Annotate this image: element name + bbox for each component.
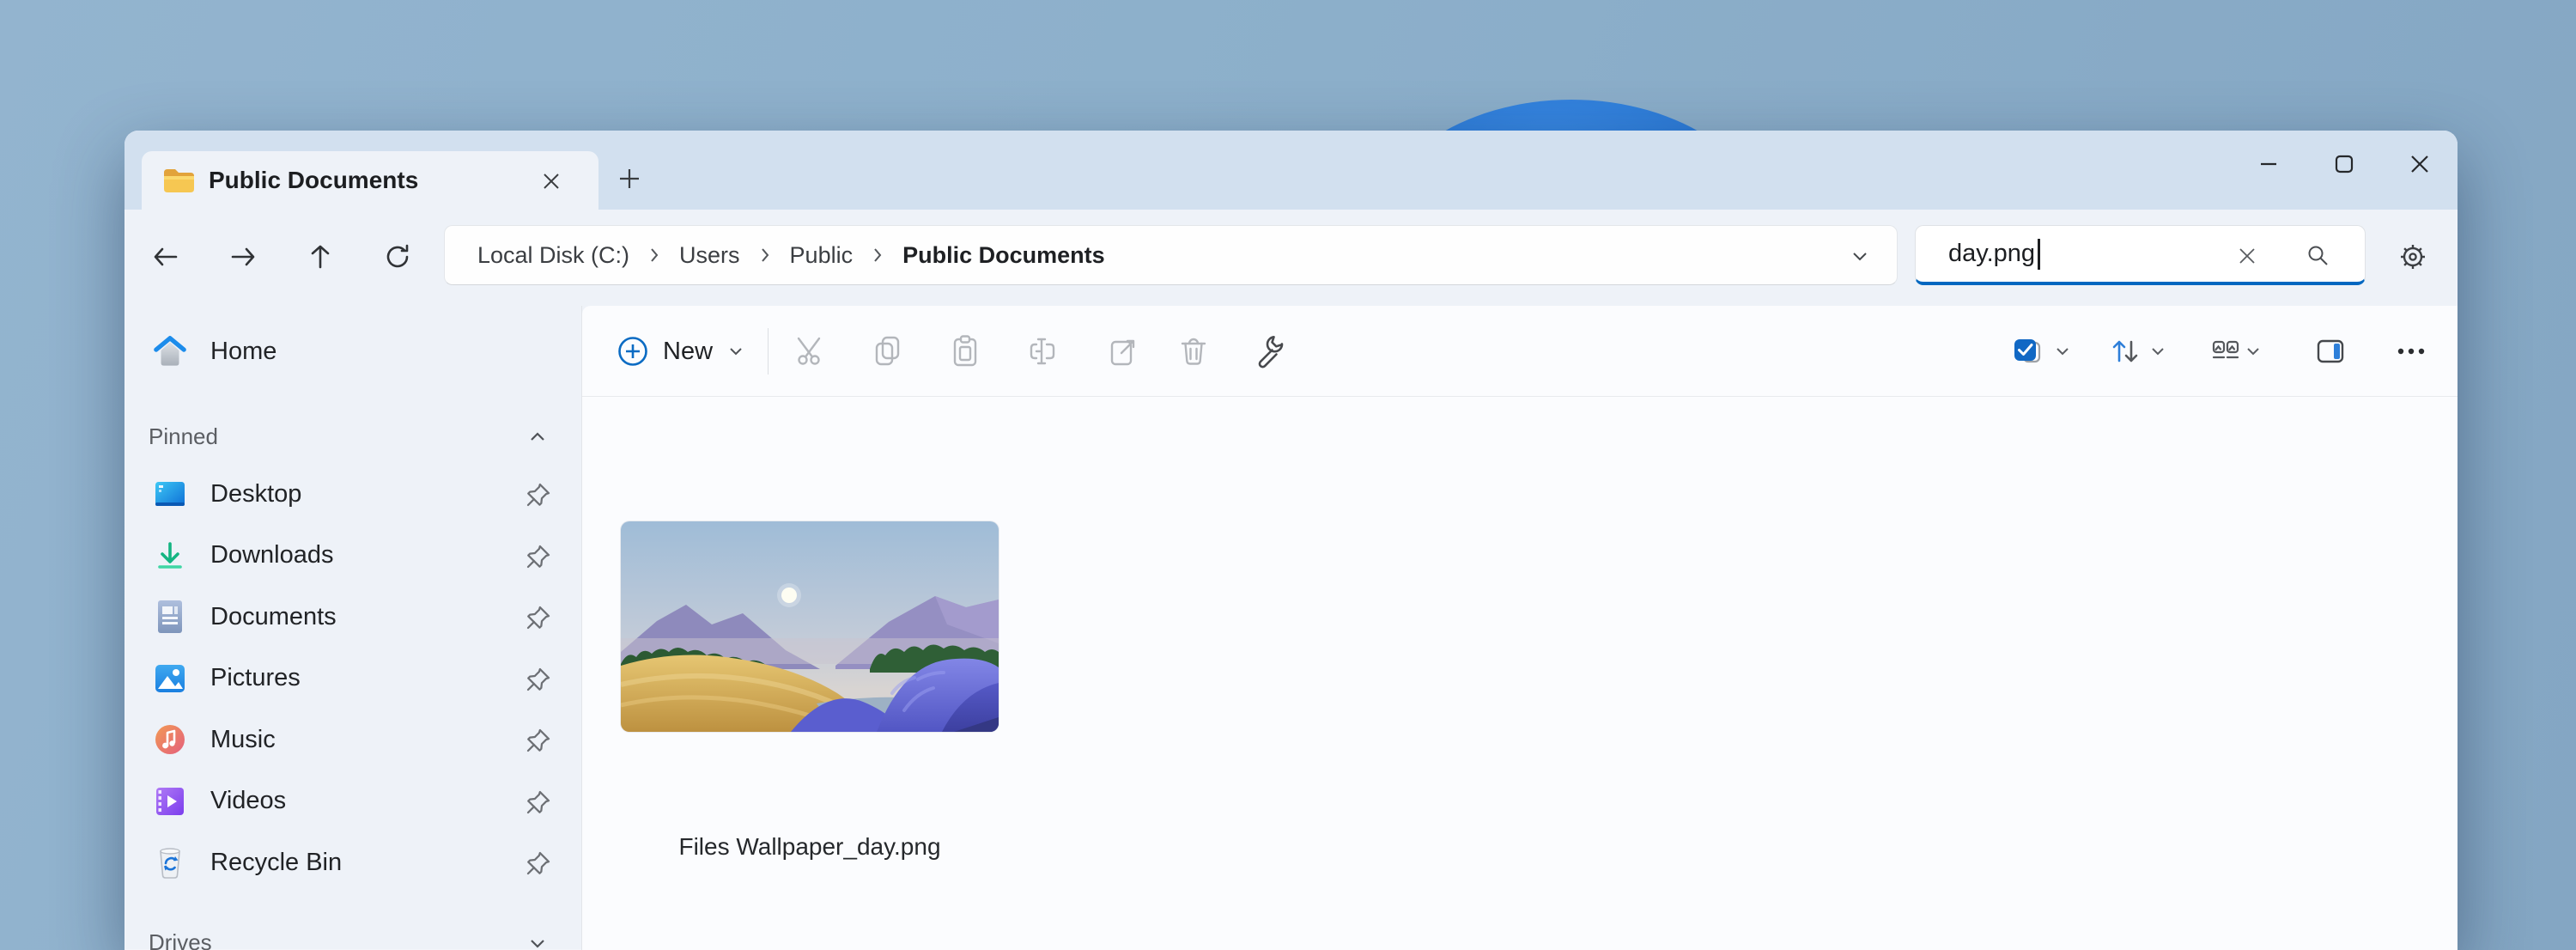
folder-icon [162,167,195,194]
breadcrumb-item[interactable]: Public [790,242,854,269]
file-name: Files Wallpaper_day.png [621,833,999,861]
sidebar-item-label: Desktop [210,480,301,508]
new-button[interactable]: New [606,321,754,381]
sidebar-item-label: Music [210,726,276,754]
recycle-bin-icon [152,844,188,880]
clear-search-icon[interactable] [2231,240,2263,272]
chevron-down-icon [726,342,745,361]
navigation-pane: Home Pinned Desktop Downloads Documents Pic… [125,306,581,950]
sidebar-item-recycle-bin[interactable]: Recycle Bin [137,837,569,887]
tools-icon[interactable] [1243,325,1297,378]
sidebar-item-documents[interactable]: Documents [137,592,569,642]
pin-icon[interactable] [525,666,552,693]
downloads-icon [152,538,188,574]
tab-public-documents[interactable]: Public Documents [142,151,598,210]
select-dropdown-icon[interactable] [2044,325,2081,378]
sidebar-item-label: Pictures [210,664,301,692]
sidebar-item-home[interactable]: Home [137,326,569,376]
new-tab-button[interactable] [609,158,650,199]
sidebar-item-label: Home [210,338,276,366]
desktop-icon [152,476,188,512]
close-button[interactable] [2383,137,2457,191]
details-pane-icon[interactable] [2304,325,2357,378]
address-row: Local Disk (C:) Users Public Public Documen… [125,210,2458,306]
music-icon [152,722,188,758]
file-item[interactable]: Files Wallpaper_day.png [621,521,999,861]
more-options-icon[interactable] [2385,325,2438,378]
new-button-label: New [663,338,713,366]
share-icon[interactable] [1097,325,1150,378]
home-icon [152,333,188,369]
sidebar-item-videos[interactable]: Videos [137,776,569,826]
titlebar[interactable]: Public Documents [125,131,2458,210]
breadcrumb-item[interactable]: Users [679,242,740,269]
settings-gear-icon[interactable] [2386,230,2439,283]
tab-title: Public Documents [209,167,418,194]
pin-icon[interactable] [525,789,552,816]
chevron-up-icon[interactable] [525,424,550,450]
cut-icon[interactable] [784,325,837,378]
delete-icon[interactable] [1167,325,1220,378]
pictures-icon [152,661,188,697]
file-explorer-window: Public Documents [125,131,2458,950]
sidebar-item-label: Documents [210,603,337,631]
refresh-button[interactable] [371,230,424,283]
pin-icon[interactable] [525,727,552,754]
section-header-pinned: Pinned [149,423,218,450]
chevron-down-icon[interactable] [525,930,550,950]
text-caret [2038,239,2040,270]
up-button[interactable] [294,230,347,283]
breadcrumb-chevron-icon[interactable] [868,244,887,266]
sidebar-item-label: Downloads [210,541,333,569]
command-bar: New [582,306,2458,397]
pin-icon[interactable] [525,543,552,570]
back-button[interactable] [139,230,192,283]
view-dropdown-icon[interactable] [2234,325,2272,378]
sidebar-item-desktop[interactable]: Desktop [137,469,569,519]
sidebar-item-music[interactable]: Music [137,715,569,764]
documents-icon [152,599,188,635]
sort-dropdown-icon[interactable] [2139,325,2177,378]
paste-icon[interactable] [939,325,992,378]
sidebar-item-downloads[interactable]: Downloads [137,531,569,581]
search-value: day.png [1948,240,2035,268]
tab-close-icon[interactable] [535,166,568,197]
breadcrumb: Local Disk (C:) Users Public Public Documen… [477,242,1105,269]
forward-button[interactable] [216,230,270,283]
address-dropdown-icon[interactable] [1847,243,1873,269]
sidebar-item-label: Videos [210,787,286,815]
breadcrumb-bar[interactable]: Local Disk (C:) Users Public Public Documen… [444,225,1898,285]
breadcrumb-chevron-icon[interactable] [756,244,775,266]
breadcrumb-item[interactable]: Local Disk (C:) [477,242,629,269]
search-input[interactable]: day.png [1915,225,2366,285]
section-header-drives: Drives [149,929,212,950]
breadcrumb-item[interactable]: Public Documents [902,242,1105,269]
minimize-button[interactable] [2232,137,2306,191]
maximize-button[interactable] [2307,137,2381,191]
search-icon[interactable] [2301,240,2334,272]
sidebar-item-pictures[interactable]: Pictures [137,654,569,703]
pin-icon[interactable] [525,481,552,508]
pin-icon[interactable] [525,850,552,877]
breadcrumb-chevron-icon[interactable] [645,244,664,266]
copy-icon[interactable] [861,325,914,378]
videos-icon [152,783,188,819]
pin-icon[interactable] [525,604,552,631]
content-area: New [582,306,2458,950]
toolbar-separator [768,328,769,375]
rename-icon[interactable] [1017,325,1070,378]
sidebar-item-label: Recycle Bin [210,849,342,877]
file-thumbnail [621,521,999,732]
